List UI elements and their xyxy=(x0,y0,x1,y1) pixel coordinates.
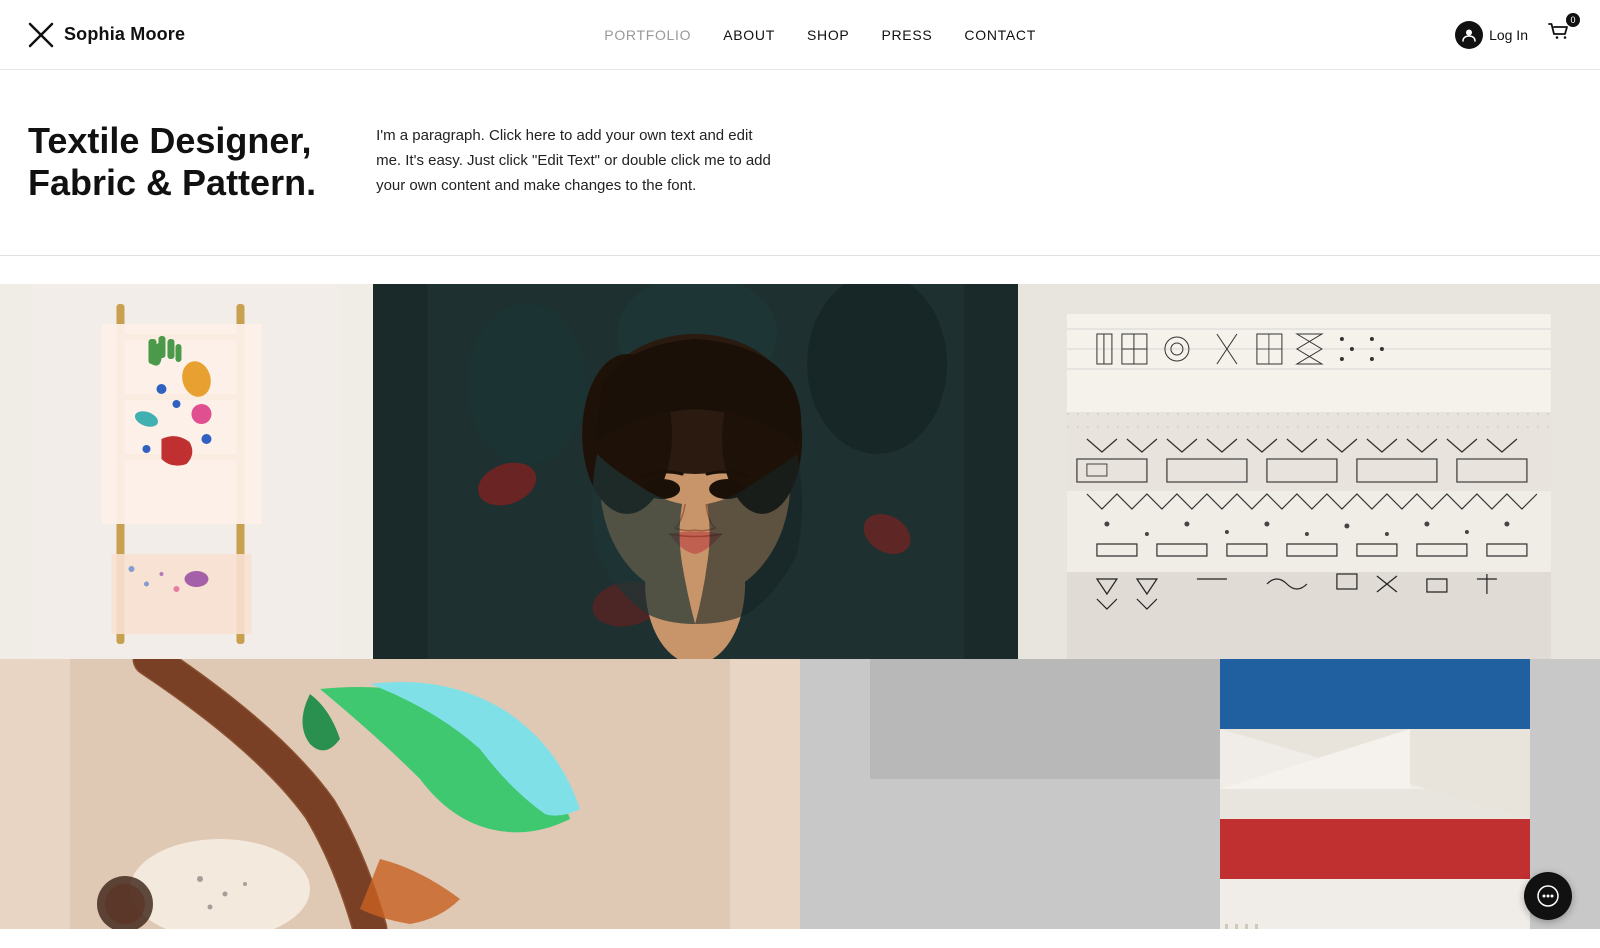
logo[interactable]: Sophia Moore xyxy=(28,22,185,48)
nav-about[interactable]: ABOUT xyxy=(723,27,775,43)
login-label: Log In xyxy=(1489,27,1528,43)
gallery-image-5 xyxy=(800,659,1600,929)
gallery-item-5[interactable] xyxy=(800,659,1600,929)
hero-section: Textile Designer, Fabric & Pattern. I'm … xyxy=(0,70,1600,255)
nav-portfolio[interactable]: PORTFOLIO xyxy=(604,27,691,43)
gallery-image-2 xyxy=(373,284,1018,659)
gallery-top-row xyxy=(0,284,1600,659)
gallery-item-1[interactable] xyxy=(0,284,373,659)
chat-button[interactable] xyxy=(1524,872,1572,920)
header: Sophia Moore PORTFOLIO ABOUT SHOP PRESS … xyxy=(0,0,1600,70)
nav-press[interactable]: PRESS xyxy=(881,27,932,43)
nav-shop[interactable]: SHOP xyxy=(807,27,849,43)
header-actions: Log In 0 xyxy=(1455,19,1572,50)
gallery-bottom-row xyxy=(0,659,1600,929)
cart-button[interactable]: 0 xyxy=(1546,19,1572,50)
hero-description: I'm a paragraph. Click here to add your … xyxy=(376,120,776,198)
nav-contact[interactable]: CONTACT xyxy=(964,27,1036,43)
login-button[interactable]: Log In xyxy=(1455,21,1528,49)
gallery-image-1 xyxy=(0,284,373,659)
user-icon xyxy=(1455,21,1483,49)
gallery-item-2[interactable] xyxy=(373,284,1018,659)
cart-badge: 0 xyxy=(1566,13,1580,27)
main-nav: PORTFOLIO ABOUT SHOP PRESS CONTACT xyxy=(604,27,1036,43)
chat-icon xyxy=(1537,885,1559,907)
gallery-item-3[interactable] xyxy=(1018,284,1600,659)
gallery-image-4 xyxy=(0,659,800,929)
gallery-item-4[interactable] xyxy=(0,659,800,929)
gallery-image-3 xyxy=(1018,284,1600,659)
logo-icon xyxy=(28,22,54,48)
hero-title: Textile Designer, Fabric & Pattern. xyxy=(28,120,316,205)
logo-text: Sophia Moore xyxy=(64,24,185,45)
section-divider xyxy=(0,255,1600,256)
